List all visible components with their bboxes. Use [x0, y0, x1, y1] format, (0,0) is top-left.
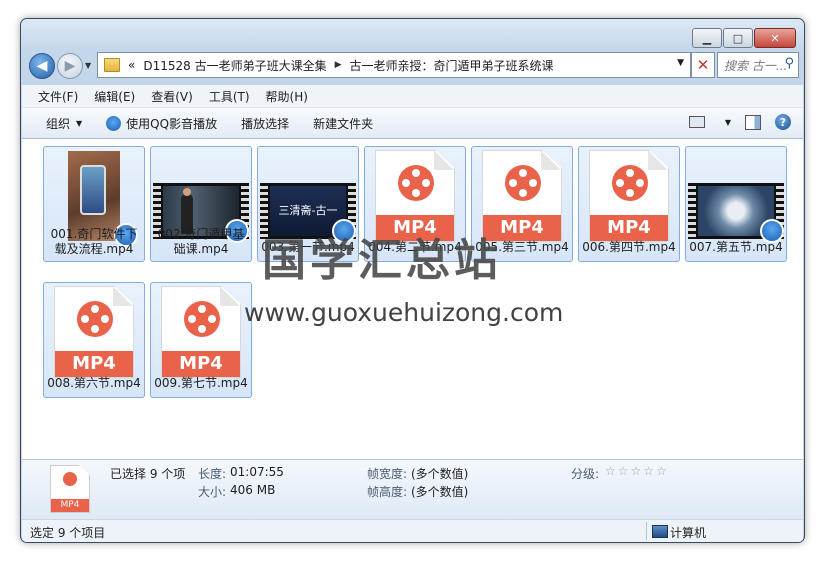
- minimize-button[interactable]: ▁: [692, 28, 722, 48]
- rating-stars[interactable]: ☆☆☆☆☆: [605, 464, 669, 478]
- menu-view[interactable]: 查看(V): [151, 88, 193, 105]
- mp4-file-icon: MP4: [589, 150, 669, 242]
- breadcrumb-chevron-icon[interactable]: ▶: [335, 60, 342, 70]
- menu-bar: 文件(F) 编辑(E) 查看(V) 工具(T) 帮助(H): [22, 85, 803, 108]
- search-icon[interactable]: ⚲: [784, 56, 794, 71]
- breadcrumb-item-parent[interactable]: D11528 古一老师弟子班大课全集: [143, 57, 326, 74]
- close-icon: ✕: [696, 56, 710, 74]
- play-selection-button[interactable]: 播放选择: [241, 115, 289, 132]
- back-button[interactable]: ◀: [29, 53, 55, 79]
- new-folder-label: 新建文件夹: [313, 116, 374, 131]
- arrow-left-icon: ◀: [36, 58, 48, 74]
- help-icon[interactable]: ?: [775, 114, 791, 130]
- search-placeholder: 搜索 古一...: [724, 58, 788, 73]
- breadcrumb-overflow[interactable]: «: [128, 58, 135, 72]
- file-label: 002.奇门遁甲基 础课.mp4: [157, 227, 245, 256]
- frame-width-value: (多个数值): [411, 467, 469, 481]
- forward-button[interactable]: ▶: [57, 53, 83, 79]
- size-label: 大小:: [198, 485, 227, 499]
- file-label: 001.奇门软件下 载及流程.mp4: [50, 227, 138, 256]
- computer-icon: [652, 525, 668, 538]
- recent-pages-dropdown[interactable]: ▼: [85, 61, 91, 70]
- menu-help[interactable]: 帮助(H): [266, 88, 308, 105]
- new-folder-button[interactable]: 新建文件夹: [313, 115, 373, 132]
- view-dropdown-icon[interactable]: ▼: [725, 118, 731, 127]
- organize-label: 组织: [46, 116, 71, 131]
- file-item-001[interactable]: 001.奇门软件下 载及流程.mp4: [43, 146, 145, 262]
- status-bar: 选定 9 个项目 计算机: [22, 519, 803, 542]
- search-input[interactable]: 搜索 古一... ⚲: [717, 52, 799, 78]
- phone-image: [80, 165, 106, 215]
- play-selection-label: 播放选择: [241, 116, 290, 131]
- qq-player-icon: [106, 115, 122, 131]
- menu-file[interactable]: 文件(F): [38, 88, 78, 105]
- selection-count: 已选择 9 个项: [110, 467, 186, 481]
- details-pane: MP4 已选择 9 个项 长度: 01:07:55 大小: 406 MB 帧宽度…: [22, 459, 803, 520]
- menu-edit[interactable]: 编辑(E): [94, 88, 135, 105]
- status-selection-text: 选定 9 个项目: [30, 526, 106, 540]
- file-label: 009.第七节.mp4: [154, 376, 248, 390]
- file-item-009[interactable]: MP4 009.第七节.mp4: [150, 282, 252, 398]
- file-label: 006.第四节.mp4: [582, 240, 676, 254]
- size-value: 406 MB: [230, 483, 276, 497]
- mp4-file-icon: MP4: [50, 465, 90, 513]
- stop-refresh-button[interactable]: ✕: [691, 52, 715, 78]
- computer-label: 计算机: [670, 526, 707, 540]
- mp4-file-icon: MP4: [54, 286, 134, 378]
- address-row: ◀ ▶ ▼ « D11528 古一老师弟子班大课全集 ▶ 古一老师亲授：奇门遁甲…: [27, 51, 799, 81]
- frame-height-label: 帧高度:: [367, 485, 408, 499]
- arrow-right-icon: ▶: [64, 58, 76, 74]
- qq-play-button[interactable]: 使用QQ影音播放: [106, 115, 217, 132]
- rating-label: 分级:: [571, 467, 600, 481]
- watermark-url: www.guoxuehuizong.com: [244, 298, 564, 327]
- file-label: 007.第五节.mp4: [689, 240, 783, 254]
- duration-value: 01:07:55: [230, 465, 284, 479]
- status-divider: [646, 522, 647, 540]
- menu-tools[interactable]: 工具(T): [209, 88, 250, 105]
- toolbar-right: ▼ ?: [688, 114, 791, 130]
- frame-width-label: 帧宽度:: [367, 467, 408, 481]
- file-item-006[interactable]: MP4 006.第四节.mp4: [578, 146, 680, 262]
- qq-play-label: 使用QQ影音播放: [126, 116, 218, 131]
- file-item-008[interactable]: MP4 008.第六节.mp4: [43, 282, 145, 398]
- mp4-file-icon: MP4: [161, 286, 241, 378]
- folder-icon: [104, 58, 120, 72]
- address-dropdown-icon[interactable]: ▼: [677, 58, 684, 68]
- preview-pane-icon[interactable]: [745, 114, 761, 130]
- change-view-icon[interactable]: [688, 116, 705, 128]
- chevron-down-icon: ▼: [76, 118, 83, 128]
- watermark-title: 国学汇总站: [262, 235, 502, 286]
- file-item-002[interactable]: 002.奇门遁甲基 础课.mp4: [150, 146, 252, 262]
- frame-height-value: (多个数值): [411, 485, 469, 499]
- duration-label: 长度:: [198, 467, 227, 481]
- file-label: 008.第六节.mp4: [47, 376, 141, 390]
- maximize-button[interactable]: □: [723, 28, 753, 48]
- command-bar: 组织 ▼ 使用QQ影音播放 播放选择 新建文件夹 ▼ ?: [22, 108, 803, 139]
- title-bar: ▁ □ ✕: [21, 19, 804, 49]
- organize-button[interactable]: 组织 ▼: [46, 115, 82, 132]
- close-button[interactable]: ✕: [754, 28, 796, 48]
- window-controls: ▁ □ ✕: [692, 28, 796, 48]
- address-bar[interactable]: « D11528 古一老师弟子班大课全集 ▶ 古一老师亲授：奇门遁甲弟子班系统课…: [97, 52, 691, 78]
- breadcrumb-item-current[interactable]: 古一老师亲授：奇门遁甲弟子班系统课: [350, 57, 554, 74]
- file-item-007[interactable]: 007.第五节.mp4: [685, 146, 787, 262]
